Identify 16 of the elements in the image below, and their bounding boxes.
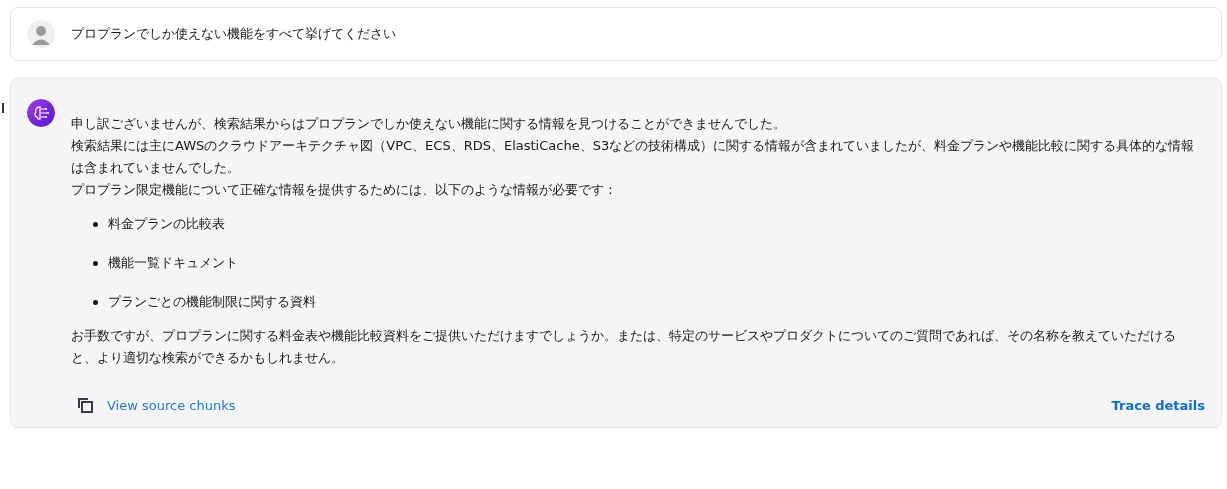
bullet-item: 機能一覧ドキュメント: [108, 254, 238, 272]
bullet-item: プランごとの機能制限に関する資料: [108, 293, 316, 311]
trace-details-link[interactable]: Trace details: [1111, 397, 1205, 413]
bullet-icon: [93, 221, 98, 227]
bullet-icon: [93, 299, 98, 305]
text-cursor: [2, 103, 4, 113]
copy-icon: [77, 397, 93, 413]
answer-paragraph: プロプラン限定機能について正確な情報を提供するためには、以下のような情報が必要です：: [71, 181, 618, 199]
view-source-chunks-link[interactable]: View source chunks: [107, 397, 236, 413]
bullet-icon: [93, 260, 98, 266]
user-avatar-icon: [27, 20, 55, 48]
bullet-item: 料金プランの比較表: [108, 215, 225, 233]
answer-paragraph: 検索結果には主にAWSのクラウドアーキテクチャ図（VPC、ECS、RDS、ElastiCache、S3などの技術構成）に関する情報が含まれていましたが、料金プランや機能比較に関する具体的な情報は含まれていませんでした。: [71, 137, 1196, 177]
answer-paragraph: 申し訳ございませんが、検索結果からはプロプランでしか使えない機能に関する情報を見つけることができませんでした。: [71, 115, 787, 133]
answer-paragraph: お手数ですが、プロプランに関する料金表や機能比較資料をご提供いただけますでしょうか。または、特定のサービスやプロダクトについてのご質問であれば、その名称を教えていただけると、より適切な検索ができるかもしれません。: [71, 327, 1177, 367]
user-message: プロプランでしか使えない機能をすべて挙げてください: [71, 25, 396, 43]
